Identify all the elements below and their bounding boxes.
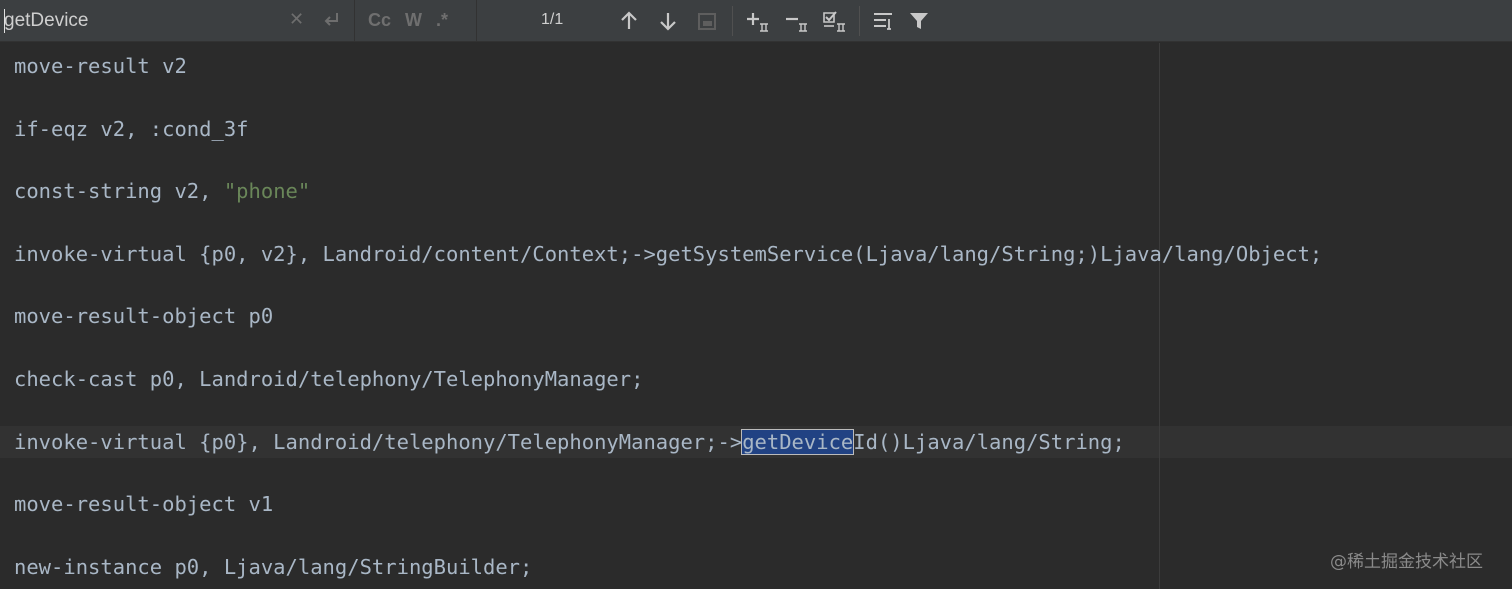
- right-margin-guide: [1159, 43, 1160, 589]
- newline-icon[interactable]: [322, 10, 342, 30]
- code-token: invoke-virtual {p0}, Landroid/telephony/…: [14, 430, 743, 454]
- match-counter: 1/1: [541, 11, 564, 28]
- code-token: const-string v2,: [14, 179, 224, 203]
- code-line[interactable]: move-result-object p0: [14, 301, 273, 331]
- arrow-up-icon[interactable]: [617, 9, 641, 33]
- search-match-highlight: getDevice: [741, 429, 855, 455]
- find-toolbar: ✕ Cc W .* 1/1: [0, 0, 1512, 42]
- code-editor[interactable]: move-result v2 if-eqz v2, :cond_3f const…: [0, 43, 1512, 589]
- search-input[interactable]: [0, 5, 274, 36]
- code-line[interactable]: check-cast p0, Landroid/telephony/Teleph…: [14, 364, 643, 394]
- select-all-occurrences-icon[interactable]: [695, 9, 719, 33]
- code-line[interactable]: const-string v2, "phone": [14, 176, 310, 206]
- text-caret: [4, 8, 5, 33]
- arrow-down-icon[interactable]: [656, 9, 680, 33]
- code-line[interactable]: invoke-virtual {p0}, Landroid/telephony/…: [14, 427, 1125, 457]
- close-icon[interactable]: ✕: [289, 9, 304, 30]
- whole-words-toggle[interactable]: W: [405, 10, 422, 31]
- code-token: Id()Ljava/lang/String;: [853, 430, 1125, 454]
- select-all-occurrences-checkbox-icon[interactable]: [821, 9, 849, 33]
- toolbar-separator: [859, 6, 860, 36]
- remove-selection-icon[interactable]: [783, 9, 811, 33]
- string-literal: "phone": [223, 179, 311, 203]
- code-line[interactable]: new-instance p0, Ljava/lang/StringBuilde…: [14, 552, 532, 582]
- search-options: Cc W .*: [355, 0, 477, 42]
- code-line[interactable]: move-result v2: [14, 51, 187, 81]
- match-case-toggle[interactable]: Cc: [368, 10, 391, 31]
- filter-settings-icon[interactable]: [871, 9, 895, 33]
- code-line[interactable]: move-result-object v1: [14, 489, 273, 519]
- filter-icon[interactable]: [907, 9, 931, 33]
- watermark: @稀土掘金技术社区: [1330, 552, 1483, 572]
- search-box: ✕: [0, 0, 355, 42]
- code-line[interactable]: invoke-virtual {p0, v2}, Landroid/conten…: [14, 239, 1322, 269]
- add-selection-icon[interactable]: [744, 9, 772, 33]
- code-line[interactable]: if-eqz v2, :cond_3f: [14, 114, 249, 144]
- toolbar-separator: [732, 6, 733, 36]
- regex-toggle[interactable]: .*: [436, 10, 448, 31]
